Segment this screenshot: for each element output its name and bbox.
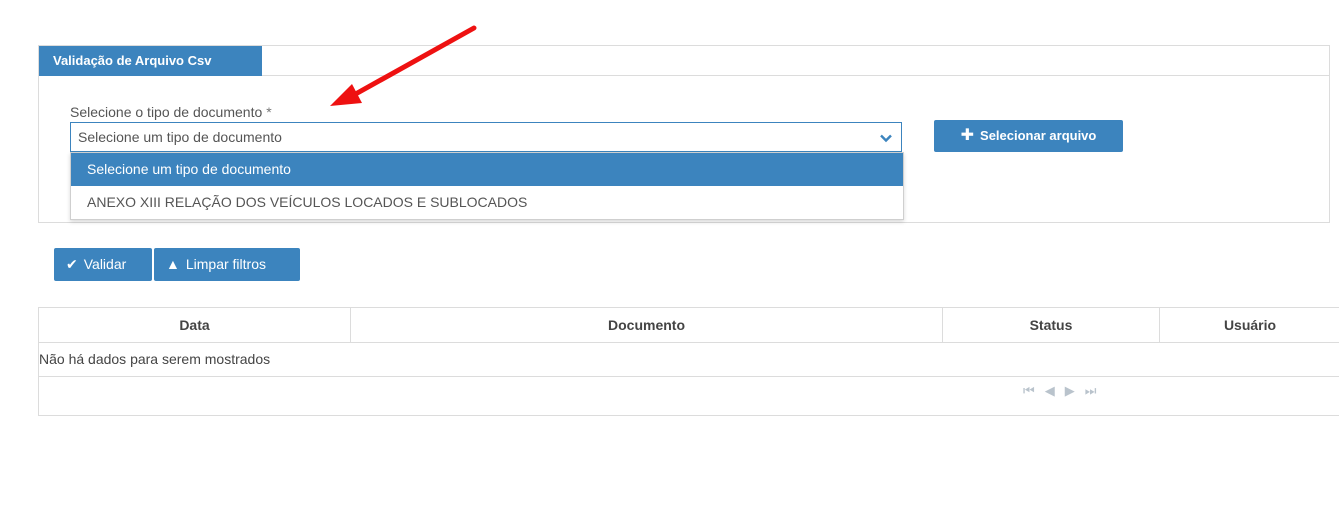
panel-tab-divider bbox=[262, 75, 1329, 76]
top-strip bbox=[0, 0, 1339, 8]
left-strip bbox=[0, 0, 16, 512]
document-type-select[interactable]: Selecione um tipo de documento bbox=[70, 122, 902, 152]
validate-button[interactable]: ✔ Validar bbox=[54, 248, 152, 281]
table-pager: ⏮◀▶⏭ bbox=[1023, 383, 1106, 399]
warning-icon: ▲ bbox=[166, 256, 180, 272]
empty-table-message: Não há dados para serem mostrados bbox=[39, 343, 1339, 377]
document-type-label-text: Selecione o tipo de documento bbox=[70, 104, 263, 120]
plus-icon: ✚ bbox=[960, 127, 975, 144]
first-page-icon[interactable]: ⏮ bbox=[1023, 383, 1045, 398]
content-area: Validação de Arquivo Csv Selecione o tip… bbox=[16, 8, 1339, 437]
dropdown-option-placeholder[interactable]: Selecione um tipo de documento bbox=[71, 153, 903, 186]
check-icon: ✔ bbox=[66, 256, 78, 272]
validate-button-label: Validar bbox=[83, 256, 127, 272]
select-file-button[interactable]: ✚ Selecionar arquivo bbox=[934, 120, 1123, 152]
column-header-status[interactable]: Status bbox=[943, 308, 1160, 342]
page-footer-area bbox=[0, 437, 1339, 512]
last-page-icon[interactable]: ⏭ bbox=[1085, 383, 1107, 398]
chevron-down-icon[interactable] bbox=[879, 123, 893, 151]
select-file-button-label: Selecionar arquivo bbox=[980, 128, 1097, 143]
column-header-usuario[interactable]: Usuário bbox=[1160, 308, 1339, 342]
csv-validation-panel: Validação de Arquivo Csv Selecione o tip… bbox=[38, 45, 1330, 223]
clear-filters-button[interactable]: ▲ Limpar filtros bbox=[154, 248, 300, 281]
panel-tab-title[interactable]: Validação de Arquivo Csv bbox=[39, 46, 262, 76]
dropdown-option-anexo-xiii[interactable]: ANEXO XIII RELAÇÃO DOS VEÍCULOS LOCADOS … bbox=[71, 186, 903, 219]
next-page-icon[interactable]: ▶ bbox=[1065, 383, 1085, 398]
document-type-label: Selecione o tipo de documento * bbox=[70, 104, 272, 120]
document-type-select-value: Selecione um tipo de documento bbox=[78, 129, 282, 145]
table-header: Data Documento Status Usuário bbox=[39, 308, 1339, 343]
results-table: Data Documento Status Usuário Não há dad… bbox=[38, 307, 1339, 416]
required-mark: * bbox=[266, 104, 272, 120]
column-header-data[interactable]: Data bbox=[39, 308, 351, 342]
document-type-dropdown: Selecione um tipo de documento ANEXO XII… bbox=[70, 152, 904, 220]
column-header-documento[interactable]: Documento bbox=[351, 308, 943, 342]
clear-filters-button-label: Limpar filtros bbox=[185, 256, 266, 272]
prev-page-icon[interactable]: ◀ bbox=[1045, 383, 1065, 398]
